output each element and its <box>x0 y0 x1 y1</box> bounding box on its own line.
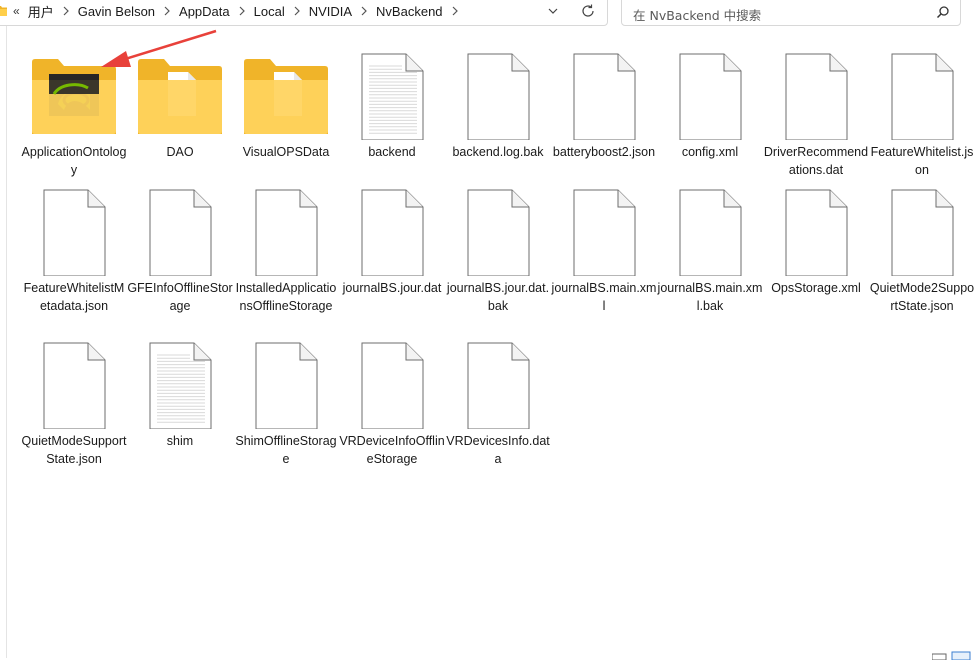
chevron-right-icon[interactable] <box>448 4 462 18</box>
breadcrumb-item[interactable]: Gavin Belson <box>75 4 158 19</box>
file-icon <box>668 184 752 277</box>
navigation-pane-divider <box>6 26 7 658</box>
item-name-label: VRDevicesInfo.data <box>446 434 550 466</box>
item-name-label: DriverRecommendations.dat <box>763 145 869 177</box>
item-name-label: journalBS.main.xml <box>551 281 657 313</box>
search-icon[interactable] <box>936 5 950 19</box>
item-name-label: backend <box>368 145 416 159</box>
item-name-label: ShimOfflineStorage <box>235 434 337 466</box>
chevron-right-icon[interactable] <box>59 4 73 18</box>
file-icon <box>668 48 752 141</box>
item-name-label: QuietModeSupportState.json <box>21 434 127 466</box>
item-name-label: config.xml <box>681 145 739 159</box>
item-name-label: InstalledApplicationsOfflineStorage <box>235 281 337 313</box>
item-name-label: ApplicationOntology <box>21 145 127 177</box>
refresh-icon[interactable] <box>579 2 597 20</box>
item-name-label: QuietMode2SupportState.json <box>869 281 975 313</box>
item-name-label: FeatureWhitelistMetadata.json <box>23 281 125 313</box>
item-name-label: backend.log.bak <box>452 145 544 159</box>
file-icon <box>774 184 858 277</box>
breadcrumb-overflow-button[interactable]: « <box>13 4 20 18</box>
breadcrumb-item[interactable]: AppData <box>176 4 233 19</box>
item-name-label: FeatureWhitelist.json <box>870 145 974 177</box>
chevron-right-icon[interactable] <box>235 4 249 18</box>
file-icon <box>138 184 222 277</box>
breadcrumb-item[interactable]: NvBackend <box>373 4 445 19</box>
folder-icon <box>0 6 7 16</box>
chevron-right-icon[interactable] <box>357 4 371 18</box>
text-file-icon <box>138 337 222 430</box>
breadcrumb: « 用户 Gavin Belson AppData Local NVIDIA NvBack… <box>13 0 464 25</box>
item-name-label: DAO <box>166 145 194 159</box>
item-name-label: OpsStorage.xml <box>771 281 861 295</box>
search-placeholder: 在 NvBackend 中搜索 <box>633 8 762 23</box>
item-name-label: GFEInfoOfflineStorage <box>127 281 233 313</box>
file-icon <box>32 337 116 430</box>
folder-icon <box>244 54 328 146</box>
file-icon <box>244 337 328 430</box>
file-icon <box>456 48 540 141</box>
file-icon <box>456 337 540 430</box>
breadcrumb-item[interactable]: NVIDIA <box>306 4 355 19</box>
file-icon <box>350 184 434 277</box>
file-icon <box>880 184 964 277</box>
item-name-label: VisualOPSData <box>242 145 330 159</box>
file-icon <box>350 337 434 430</box>
file-icon <box>456 184 540 277</box>
view-toggle-icon[interactable] <box>932 648 972 660</box>
breadcrumb-item[interactable]: Local <box>251 4 288 19</box>
file-icon <box>880 48 964 141</box>
item-name-label: VRDeviceInfoOfflineStorage <box>339 434 445 466</box>
item-name-label: journalBS.jour.dat <box>342 281 442 295</box>
chevron-right-icon[interactable] <box>290 4 304 18</box>
file-list: ApplicationOntology DAO VisualOPSData backe… <box>21 48 979 648</box>
chevron-right-icon[interactable] <box>160 4 174 18</box>
item-name-label: batteryboost2.json <box>552 145 656 159</box>
address-bar[interactable]: « 用户 Gavin Belson AppData Local NVIDIA NvBack… <box>0 0 608 26</box>
file-icon <box>562 184 646 277</box>
item-name-label: journalBS.jour.dat.bak <box>446 281 550 313</box>
search-input[interactable]: 在 NvBackend 中搜索 <box>621 0 961 26</box>
folder-icon <box>138 54 222 146</box>
chevron-down-icon[interactable] <box>545 3 561 19</box>
nvidia-folder-icon <box>32 54 116 146</box>
item-name-label: journalBS.main.xml.bak <box>657 281 763 313</box>
text-file-icon <box>350 48 434 141</box>
breadcrumb-item[interactable]: 用户 <box>25 2 57 21</box>
file-icon <box>774 48 858 141</box>
file-icon <box>32 184 116 277</box>
item-name-label: shim <box>166 434 194 448</box>
file-icon <box>244 184 328 277</box>
file-icon <box>562 48 646 141</box>
